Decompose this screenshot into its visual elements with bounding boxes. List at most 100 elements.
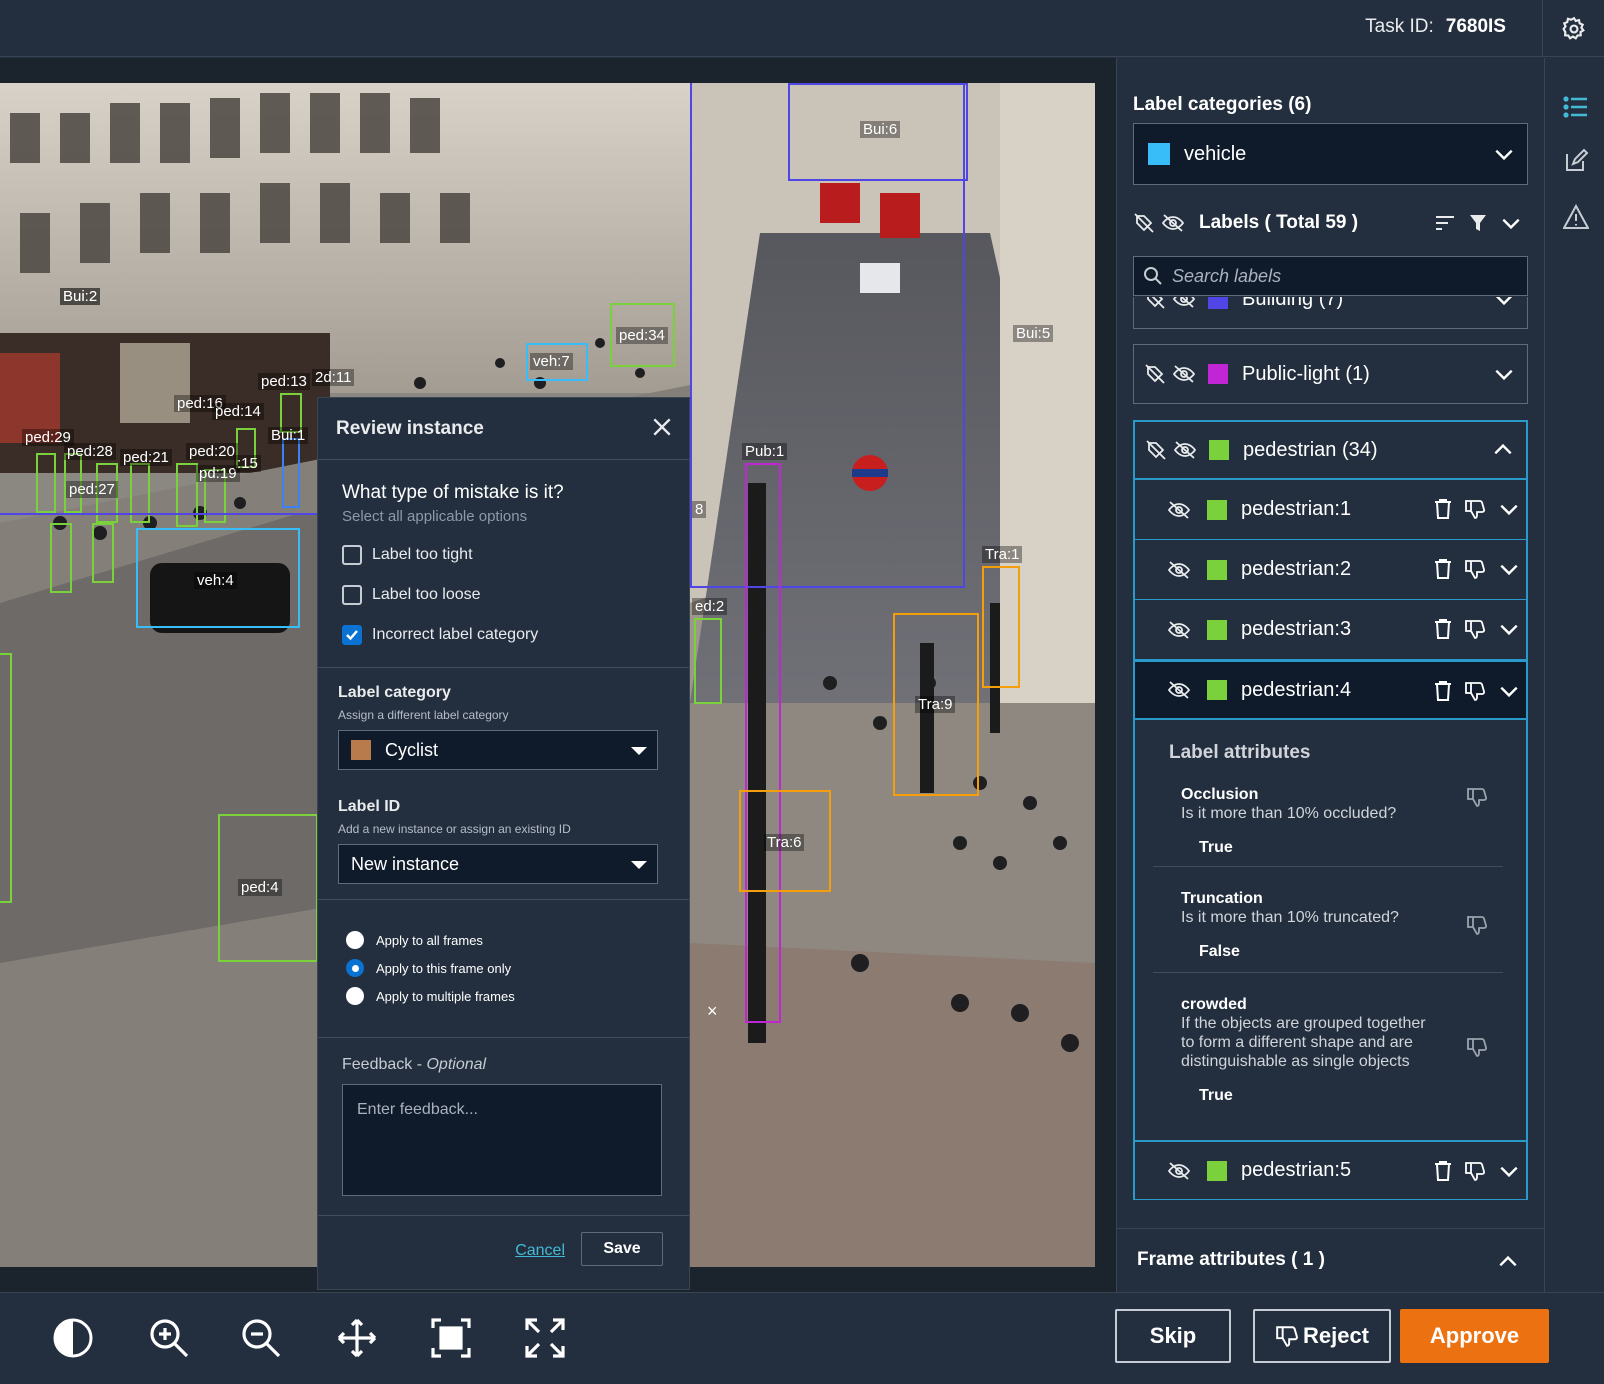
eye-off-icon[interactable] xyxy=(1167,1160,1191,1182)
label-instance-selected[interactable]: pedestrian:4 xyxy=(1133,660,1528,720)
trash-icon[interactable] xyxy=(1434,680,1452,702)
eye-off-icon[interactable] xyxy=(1167,679,1191,701)
feedback-textarea[interactable]: Enter feedback... xyxy=(342,1084,662,1196)
trash-icon[interactable] xyxy=(1434,618,1452,640)
contrast-button[interactable] xyxy=(50,1315,96,1361)
chevron-up-icon[interactable] xyxy=(1492,439,1514,461)
label-instance[interactable]: pedestrian:2 xyxy=(1133,540,1528,600)
label-instance[interactable]: pedestrian:1 xyxy=(1133,480,1528,540)
chevron-down-icon[interactable] xyxy=(1493,297,1515,310)
bbox-bui-2[interactable] xyxy=(0,83,48,363)
chevron-down-icon[interactable] xyxy=(1498,680,1520,702)
close-marker-icon[interactable]: × xyxy=(707,1001,718,1022)
trash-icon[interactable] xyxy=(1434,558,1452,580)
eye-off-icon[interactable] xyxy=(1167,499,1191,521)
close-icon[interactable] xyxy=(651,416,673,438)
eye-off-icon[interactable] xyxy=(1161,212,1185,234)
bbox-tra-1[interactable] xyxy=(982,566,1020,688)
bbox-ped-cluster[interactable] xyxy=(92,523,114,583)
bbox-ped-cluster[interactable] xyxy=(176,463,198,527)
cancel-link[interactable]: Cancel xyxy=(515,1242,565,1260)
bbox-bui-5[interactable] xyxy=(690,83,965,588)
eye-off-icon[interactable] xyxy=(1172,363,1196,385)
checkbox[interactable] xyxy=(342,585,362,605)
radio-button-selected[interactable] xyxy=(346,959,364,977)
thumbs-down-icon[interactable] xyxy=(1464,558,1486,580)
hide-tags-icon[interactable] xyxy=(1133,212,1155,234)
label-instance[interactable]: pedestrian:5 xyxy=(1133,1140,1528,1200)
label-group-public-light[interactable]: Public-light (1) xyxy=(1133,344,1528,404)
trash-icon[interactable] xyxy=(1434,1160,1452,1182)
bbox-label: Tra:1 xyxy=(982,546,1023,563)
label-id-select[interactable]: New instance xyxy=(338,844,658,884)
filter-icon[interactable] xyxy=(1468,213,1488,233)
sort-icon[interactable] xyxy=(1434,213,1456,233)
bbox-ped-cluster[interactable] xyxy=(694,618,722,704)
fit-button[interactable] xyxy=(428,1315,474,1361)
thumbs-down-icon[interactable] xyxy=(1464,498,1486,520)
eye-off-icon[interactable] xyxy=(1167,559,1191,581)
zoom-out-button[interactable] xyxy=(238,1315,284,1361)
divider xyxy=(1153,972,1503,973)
thumbs-down-icon[interactable] xyxy=(1466,786,1488,808)
radio-label: Apply to all frames xyxy=(376,932,483,948)
option-incorrect-category[interactable]: Incorrect label category xyxy=(342,615,689,655)
radio-apply-multiple-frames[interactable]: Apply to multiple frames xyxy=(346,982,689,1010)
settings-button[interactable] xyxy=(1542,0,1604,57)
chevron-down-icon[interactable] xyxy=(1498,498,1520,520)
label-group-pedestrian[interactable]: pedestrian (34) xyxy=(1133,420,1528,480)
thumbs-down-icon[interactable] xyxy=(1464,680,1486,702)
thumbs-down-icon[interactable] xyxy=(1464,618,1486,640)
bbox-building-strip[interactable] xyxy=(0,513,318,515)
reject-button[interactable]: Reject xyxy=(1253,1309,1391,1363)
bbox-ped-cluster[interactable] xyxy=(50,523,72,593)
hide-tags-icon[interactable] xyxy=(1144,363,1166,385)
thumbs-down-icon[interactable] xyxy=(1466,914,1488,936)
fullscreen-button[interactable] xyxy=(522,1315,568,1361)
chevron-down-icon[interactable] xyxy=(1493,363,1515,385)
thumbs-down-icon[interactable] xyxy=(1464,1160,1486,1182)
checkbox[interactable] xyxy=(342,545,362,565)
chevron-down-icon[interactable] xyxy=(1498,558,1520,580)
chevron-down-icon[interactable] xyxy=(1500,212,1522,234)
top-bar: Task ID: 7680IS xyxy=(0,0,1604,57)
frame-attributes-header[interactable]: Frame attributes ( 1 ) xyxy=(1117,1228,1545,1292)
option-label-too-loose[interactable]: Label too loose xyxy=(342,575,689,615)
category-select[interactable]: vehicle xyxy=(1133,123,1528,185)
bbox-label: ped:4 xyxy=(238,879,282,896)
list-icon[interactable] xyxy=(1563,94,1589,120)
radio-button[interactable] xyxy=(346,987,364,1005)
radio-apply-all-frames[interactable]: Apply to all frames xyxy=(346,926,689,954)
hide-tags-icon[interactable] xyxy=(1145,439,1167,461)
thumbs-down-icon[interactable] xyxy=(1466,1036,1488,1058)
bbox-ped-cluster[interactable] xyxy=(36,453,56,513)
chevron-down-icon[interactable] xyxy=(1498,1160,1520,1182)
edit-icon[interactable] xyxy=(1563,148,1589,174)
eye-off-icon[interactable] xyxy=(1173,439,1197,461)
option-label-too-tight[interactable]: Label too tight xyxy=(342,535,689,575)
group-color-swatch xyxy=(1208,297,1228,309)
eye-off-icon[interactable] xyxy=(1167,619,1191,641)
radio-apply-this-frame[interactable]: Apply to this frame only xyxy=(346,954,689,982)
trash-icon[interactable] xyxy=(1434,498,1452,520)
move-button[interactable] xyxy=(334,1315,380,1361)
hide-tags-icon[interactable] xyxy=(1144,297,1166,310)
chevron-up-icon[interactable] xyxy=(1497,1251,1519,1273)
bbox-ped-cluster[interactable] xyxy=(0,653,12,903)
label-group-building[interactable]: Building (7) xyxy=(1133,297,1528,329)
zoom-in-button[interactable] xyxy=(146,1315,192,1361)
radio-button[interactable] xyxy=(346,931,364,949)
search-labels-input[interactable]: Search labels xyxy=(1133,256,1528,296)
search-placeholder: Search labels xyxy=(1172,265,1282,286)
checkbox-checked[interactable] xyxy=(342,625,362,645)
approve-button[interactable]: Approve xyxy=(1400,1309,1549,1363)
skip-button[interactable]: Skip xyxy=(1115,1309,1231,1363)
label-instance[interactable]: pedestrian:3 xyxy=(1133,600,1528,660)
eye-off-icon[interactable] xyxy=(1172,297,1196,310)
save-button[interactable]: Save xyxy=(581,1232,663,1266)
warning-icon[interactable] xyxy=(1563,204,1589,230)
bbox-bui-1[interactable] xyxy=(282,438,300,508)
label-category-select[interactable]: Cyclist xyxy=(338,730,658,770)
chevron-down-icon[interactable] xyxy=(1498,618,1520,640)
bbox-pub-1[interactable] xyxy=(745,463,781,1023)
